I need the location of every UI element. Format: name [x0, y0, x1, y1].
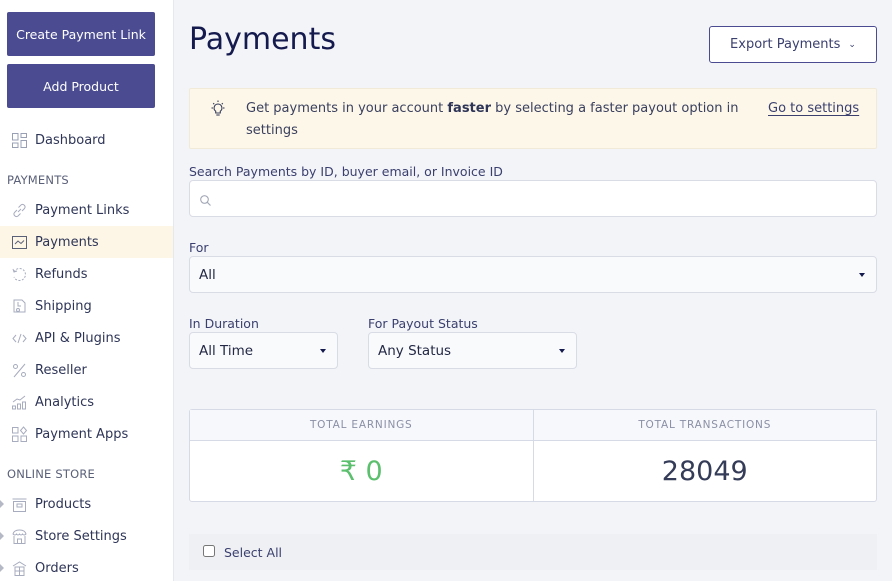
select-all-checkbox[interactable] — [203, 544, 215, 557]
duration-select[interactable]: All Time — [189, 332, 338, 369]
for-select[interactable]: All — [189, 256, 877, 293]
export-payments-button[interactable]: Export Payments ⌄ — [709, 26, 877, 63]
sidebar-item-label: API & Plugins — [35, 330, 121, 346]
apps-icon — [11, 425, 28, 443]
sidebar-item-label: Store Settings — [35, 528, 127, 544]
sidebar-item-store-settings[interactable]: Store Settings — [0, 520, 173, 552]
sidebar-item-label: Dashboard — [35, 132, 106, 148]
caret-down-icon — [320, 349, 326, 353]
sidebar-item-label: Refunds — [35, 266, 88, 282]
lightbulb-icon — [208, 99, 228, 119]
refresh-icon — [11, 266, 28, 283]
sidebar-item-products[interactable]: Products — [0, 488, 173, 520]
section-label-payments: PAYMENTS — [7, 173, 69, 187]
caret-down-icon — [859, 273, 865, 277]
search-input[interactable] — [220, 181, 870, 216]
total-transactions-label: TOTAL TRANSACTIONS — [533, 410, 876, 441]
expand-caret-icon[interactable] — [0, 532, 4, 540]
chevron-down-icon: ⌄ — [848, 40, 856, 50]
sidebar-item-reseller[interactable]: Reseller — [0, 354, 173, 386]
for-label: For — [189, 240, 209, 255]
search-field[interactable] — [189, 180, 877, 217]
select-all-bar: Select All — [189, 534, 877, 570]
sidebar-item-payment-links[interactable]: Payment Links — [0, 194, 173, 226]
analytics-icon — [11, 394, 28, 411]
faster-payout-banner: Get payments in your account faster by s… — [189, 88, 877, 149]
duration-select-value: All Time — [199, 342, 254, 359]
search-icon — [199, 192, 212, 206]
for-select-value: All — [199, 266, 216, 283]
sidebar-item-label: Payments — [35, 234, 99, 250]
sidebar-item-label: Shipping — [35, 298, 92, 314]
section-label-online-store: ONLINE STORE — [7, 467, 96, 481]
search-label: Search Payments by ID, buyer email, or I… — [189, 164, 503, 179]
add-product-button[interactable]: Add Product — [7, 64, 155, 108]
orders-icon — [11, 560, 28, 577]
sidebar-item-label: Products — [35, 496, 92, 512]
sidebar-item-label: Payment Apps — [35, 426, 129, 442]
sidebar-item-dashboard[interactable]: Dashboard — [0, 124, 173, 156]
link-icon — [11, 202, 28, 219]
box-icon — [11, 496, 28, 513]
total-earnings-value: ₹ 0 — [339, 455, 383, 487]
sidebar-item-refunds[interactable]: Refunds — [0, 258, 173, 290]
code-icon — [11, 330, 28, 347]
go-to-settings-link[interactable]: Go to settings — [768, 98, 859, 120]
caret-down-icon — [559, 349, 565, 353]
sidebar-item-label: Reseller — [35, 362, 87, 378]
duration-label: In Duration — [189, 316, 259, 331]
total-earnings-label: TOTAL EARNINGS — [190, 410, 533, 441]
page-title: Payments — [189, 22, 336, 57]
payout-status-select[interactable]: Any Status — [368, 332, 577, 369]
banner-message: Get payments in your account faster by s… — [246, 98, 756, 142]
sidebar-item-payment-apps[interactable]: Payment Apps — [0, 418, 173, 450]
total-earnings-stat: TOTAL EARNINGS ₹ 0 — [190, 410, 533, 501]
payout-status-select-value: Any Status — [378, 342, 452, 359]
grid-icon — [11, 132, 28, 149]
store-icon — [11, 528, 28, 545]
sidebar-item-shipping[interactable]: Shipping — [0, 290, 173, 322]
sidebar-item-label: Orders — [35, 560, 79, 576]
payout-status-label: For Payout Status — [368, 316, 478, 331]
percent-icon — [11, 362, 28, 379]
sidebar-item-label: Analytics — [35, 394, 95, 410]
sidebar: Create Payment Link Add Product Dashboar… — [0, 0, 174, 581]
banner-text-bold: faster — [447, 101, 491, 116]
sidebar-item-api-plugins[interactable]: API & Plugins — [0, 322, 173, 354]
select-all-label[interactable]: Select All — [224, 545, 282, 560]
sidebar-item-analytics[interactable]: Analytics — [0, 386, 173, 418]
banner-text: Get payments in your account — [246, 101, 448, 116]
expand-caret-icon[interactable] — [0, 564, 4, 572]
total-transactions-stat: TOTAL TRANSACTIONS 28049 — [532, 410, 876, 501]
total-transactions-value: 28049 — [661, 455, 748, 487]
sidebar-item-payments[interactable]: Payments — [0, 226, 173, 258]
export-payments-label: Export Payments — [730, 37, 841, 52]
shipping-icon — [11, 298, 28, 315]
chart-line-icon — [11, 234, 28, 251]
create-payment-link-button[interactable]: Create Payment Link — [7, 12, 155, 56]
sidebar-item-label: Payment Links — [35, 202, 130, 218]
stats-panel: TOTAL EARNINGS ₹ 0 TOTAL TRANSACTIONS 28… — [189, 409, 877, 502]
sidebar-item-orders[interactable]: Orders — [0, 552, 173, 581]
expand-caret-icon[interactable] — [0, 500, 4, 508]
